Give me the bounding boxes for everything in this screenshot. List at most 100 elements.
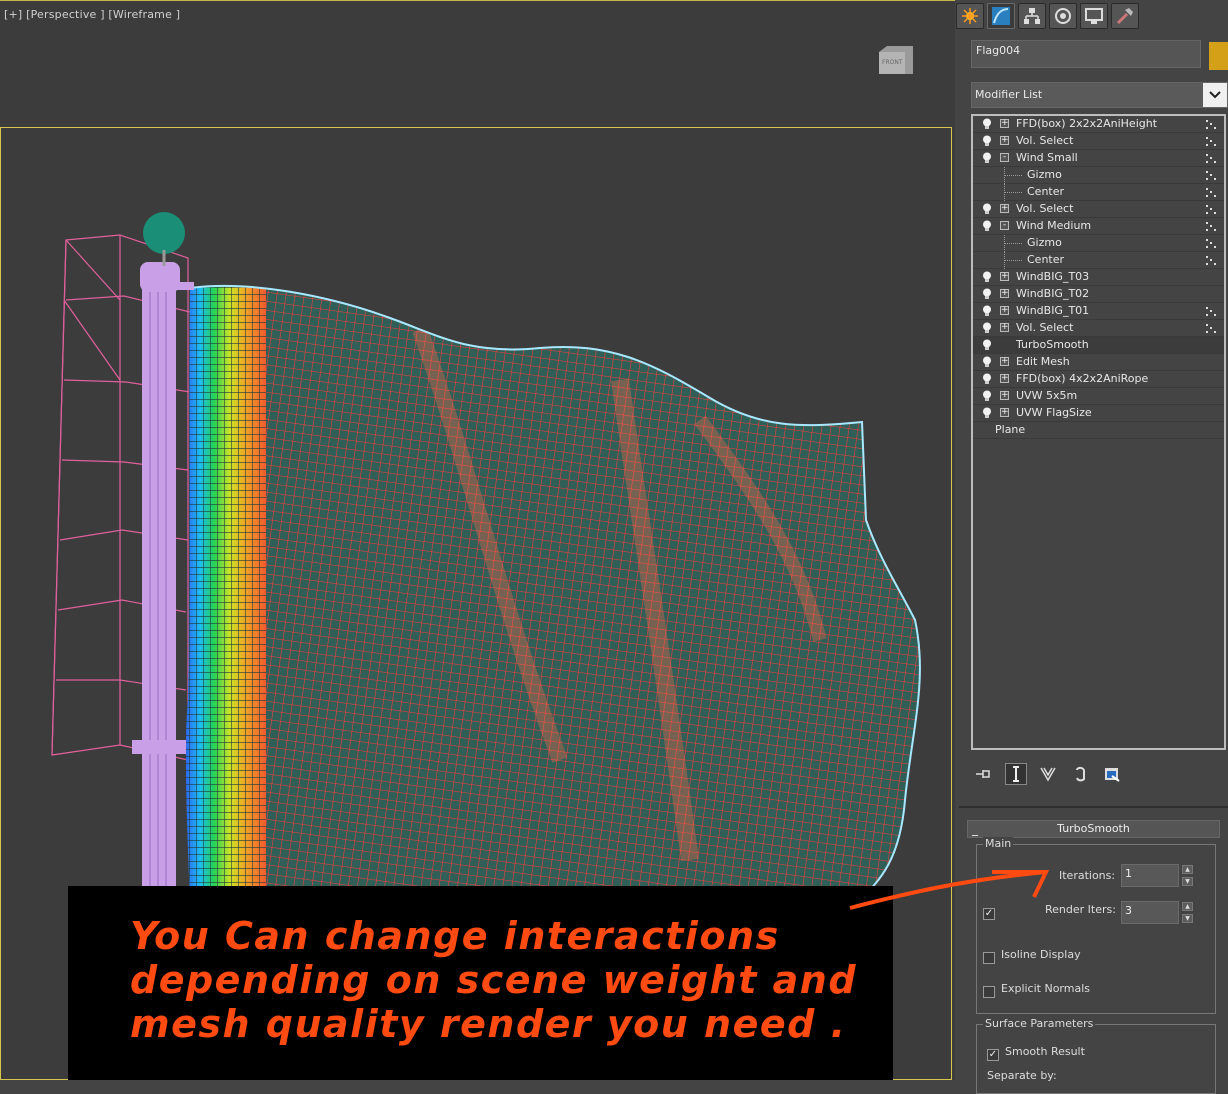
remove-modifier-icon	[1076, 766, 1085, 782]
expand-icon[interactable]: +	[1000, 408, 1009, 417]
modify-tab[interactable]	[987, 3, 1015, 29]
command-panel-tabs	[956, 3, 1139, 31]
modifier-label: Wind Small	[1016, 151, 1078, 164]
chevron-down-icon[interactable]	[1203, 83, 1227, 107]
expand-icon[interactable]: +	[1000, 204, 1009, 213]
tree-line	[1004, 192, 1022, 193]
modifier-stack-item[interactable]: + FFD(box) 2x2x2AniHeight	[973, 116, 1224, 133]
modifier-label: Gizmo	[1027, 168, 1062, 181]
modifier-sub-object[interactable]: Gizmo	[973, 167, 1224, 184]
modifier-label: UVW FlagSize	[1016, 406, 1092, 419]
perspective-viewport[interactable]: [+] [Perspective ] [Wireframe ] FRONT Yo…	[0, 0, 955, 1080]
modifier-list-dropdown[interactable]: Modifier List	[971, 82, 1228, 108]
create-icon	[962, 8, 978, 24]
viewcube-text: FRONT	[882, 59, 903, 66]
explicit-normals-checkbox[interactable]	[983, 986, 995, 998]
modifier-sub-object[interactable]: Center	[973, 252, 1224, 269]
modifier-label: Plane	[995, 423, 1026, 436]
display-icon	[1085, 8, 1103, 24]
surface-parameters-group: Surface Parameters ✓ Smooth Result Separ…	[976, 1017, 1216, 1094]
object-name-field[interactable]: Flag004	[971, 40, 1201, 68]
selection-level-icon	[1206, 255, 1216, 265]
render-iters-spinner[interactable]: 3	[1121, 901, 1179, 924]
expand-icon[interactable]: +	[1000, 306, 1009, 315]
modifier-stack[interactable]: + FFD(box) 2x2x2AniHeight + Vol. Select - Win…	[971, 114, 1226, 750]
modifier-label: Center	[1027, 185, 1065, 198]
spinner-down-icon[interactable]: ▼	[1182, 914, 1193, 923]
collapse-rollout-icon[interactable]: _	[972, 821, 978, 837]
command-panel: Flag004 Modifier List + FFD(box) 2x2x2Ani…	[955, 0, 1228, 1094]
modifier-stack-item[interactable]: + Edit Mesh	[973, 354, 1224, 371]
modifier-label: TurboSmooth	[1016, 338, 1089, 351]
utilities-icon	[1116, 8, 1133, 25]
expand-icon[interactable]: +	[1000, 289, 1009, 298]
modifier-label: Vol. Select	[1016, 202, 1074, 215]
expand-icon[interactable]: +	[1000, 391, 1009, 400]
modifier-stack-item[interactable]: - Wind Medium	[973, 218, 1224, 235]
expand-icon[interactable]: +	[1000, 119, 1009, 128]
configure-modifier-sets-button[interactable]	[1101, 763, 1123, 785]
modifier-stack-item[interactable]: - Wind Small	[973, 150, 1224, 167]
isoline-display-checkbox[interactable]	[983, 952, 995, 964]
display-tab[interactable]	[1080, 3, 1108, 29]
modifier-label: UVW 5x5m	[1016, 389, 1078, 402]
collapse-icon[interactable]: -	[1000, 153, 1009, 162]
expand-icon[interactable]: +	[1000, 357, 1009, 366]
expand-icon[interactable]: +	[1000, 323, 1009, 332]
modifier-stack-item[interactable]: + WindBIG_T02	[973, 286, 1224, 303]
iterations-spinner[interactable]: 1	[1121, 864, 1179, 887]
spinner-up-icon[interactable]: ▲	[1182, 902, 1193, 911]
render-iters-spinner-arrows[interactable]: ▲ ▼	[1182, 902, 1193, 923]
tree-line	[1004, 260, 1022, 261]
modifier-stack-item[interactable]: + Vol. Select	[973, 320, 1224, 337]
caption-box: You Can change interactions depending on…	[68, 886, 893, 1080]
expand-icon[interactable]: +	[1000, 136, 1009, 145]
viewcube[interactable]: FRONT	[877, 44, 913, 78]
modifier-stack-item[interactable]: + WindBIG_T03	[973, 269, 1224, 286]
flag-pole	[132, 262, 194, 890]
modifier-stack-item[interactable]: + WindBIG_T01	[973, 303, 1224, 320]
make-unique-button[interactable]	[1037, 763, 1059, 785]
isoline-display-label: Isoline Display	[1001, 948, 1081, 961]
iterations-spinner-arrows[interactable]: ▲ ▼	[1182, 865, 1193, 886]
remove-modifier-button[interactable]	[1069, 763, 1091, 785]
object-color-swatch[interactable]	[1209, 42, 1228, 70]
selection-level-icon	[1206, 153, 1216, 163]
modifier-label: WindBIG_T02	[1016, 287, 1090, 300]
collapse-icon[interactable]: -	[1000, 221, 1009, 230]
render-iters-label: Render Iters:	[1045, 903, 1116, 916]
modifier-stack-item[interactable]: TurboSmooth	[973, 337, 1224, 354]
modifier-stack-item[interactable]: + FFD(box) 4x2x2AniRope	[973, 371, 1224, 388]
modifier-sub-object[interactable]: Center	[973, 184, 1224, 201]
modifier-label: FFD(box) 2x2x2AniHeight	[1016, 117, 1158, 130]
modifier-stack-item[interactable]: Plane	[973, 422, 1224, 439]
selection-level-icon	[1206, 323, 1216, 333]
spinner-down-icon[interactable]: ▼	[1182, 877, 1193, 886]
turbosmooth-rollout-header[interactable]: _ TurboSmooth	[967, 820, 1220, 838]
caption-line-1: You Can change interactions	[130, 914, 780, 958]
create-tab[interactable]	[956, 3, 984, 29]
modifier-stack-item[interactable]: + Vol. Select	[973, 133, 1224, 150]
expand-icon[interactable]: +	[1000, 374, 1009, 383]
flag-mesh	[185, 285, 920, 900]
expand-icon[interactable]: +	[1000, 272, 1009, 281]
render-iters-checkbox[interactable]: ✓	[983, 908, 995, 920]
modifier-label: Gizmo	[1027, 236, 1062, 249]
hierarchy-tab[interactable]	[1018, 3, 1046, 29]
modifier-stack-item[interactable]: + UVW FlagSize	[973, 405, 1224, 422]
modifier-stack-item[interactable]: + UVW 5x5m	[973, 388, 1224, 405]
pin-stack-button[interactable]	[973, 763, 995, 785]
show-end-result-button[interactable]	[1005, 763, 1027, 785]
smooth-result-checkbox[interactable]: ✓	[987, 1049, 999, 1061]
separate-by-label: Separate by:	[987, 1069, 1057, 1082]
motion-icon	[1055, 8, 1071, 24]
spinner-up-icon[interactable]: ▲	[1182, 865, 1193, 874]
motion-tab[interactable]	[1049, 3, 1077, 29]
smooth-result-label: Smooth Result	[1005, 1045, 1085, 1058]
modifier-sub-object[interactable]: Gizmo	[973, 235, 1224, 252]
iterations-label: Iterations:	[1059, 869, 1116, 882]
modifier-stack-item[interactable]: + Vol. Select	[973, 201, 1224, 218]
selection-level-icon	[1206, 238, 1216, 248]
pin-stack-icon	[976, 770, 990, 778]
utilities-tab[interactable]	[1111, 3, 1139, 29]
